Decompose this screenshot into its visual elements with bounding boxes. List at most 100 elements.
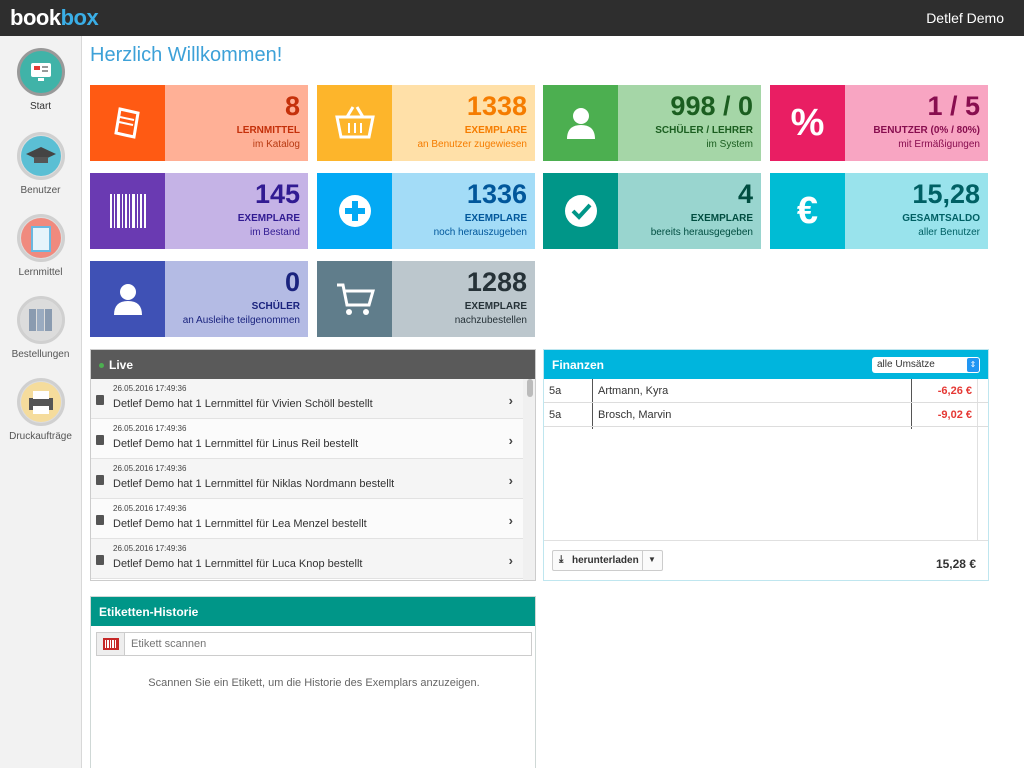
live-message: Detlef Demo hat 1 Lernmittel für Vivien … (113, 398, 373, 410)
tile-exemplare-bestand[interactable]: 145 EXEMPLARE im Bestand (90, 173, 308, 249)
percent-icon: % (770, 85, 845, 161)
caret-down-icon[interactable]: ▼ (648, 555, 656, 564)
sidebar-item-benutzer[interactable]: Benutzer (0, 132, 81, 196)
sidebar: Start Benutzer Lernmittel Bestellungen D… (0, 36, 82, 768)
live-timestamp: 26.05.2016 17:49:36 (113, 384, 187, 393)
tile-title: SCHÜLER / LEHRER (655, 125, 753, 136)
book-icon (96, 435, 104, 445)
scrollbar[interactable] (523, 379, 535, 580)
sidebar-label: Bestellungen (11, 349, 70, 360)
book-icon (90, 85, 165, 161)
select-arrow-icon: ⇕ (967, 358, 979, 372)
finance-panel: Finanzen alle Umsätze ⇕ 5a Artmann, Kyra… (543, 349, 989, 581)
sidebar-item-bestellungen[interactable]: Bestellungen (0, 296, 81, 360)
tile-lernmittel[interactable]: 8 LERNMITTEL im Katalog (90, 85, 308, 161)
tile-exemplare-zugewiesen[interactable]: 1338 EXEMPLARE an Benutzer zugewiesen (317, 85, 535, 161)
live-message: Detlef Demo hat 1 Lernmittel für Linus R… (113, 438, 359, 450)
tile-subtitle: im System (706, 139, 753, 150)
sidebar-label: Druckaufträge (9, 431, 72, 442)
finance-filter-select[interactable]: alle Umsätze ⇕ (872, 357, 980, 373)
euro-glyph: € (796, 189, 819, 232)
book-icon (16, 214, 65, 262)
row-class: 5a (549, 409, 562, 421)
row-name: Artmann, Kyra (598, 385, 669, 397)
tile-value: 0 (284, 267, 300, 297)
tile-value: 15,28 (912, 179, 980, 209)
tile-benutzer-ermaessigung[interactable]: % 1 / 5 BENUTZER (0% / 80%) mit Ermäßigu… (770, 85, 988, 161)
tile-gesamtsaldo[interactable]: € 15,28 GESAMTSALDO aller Benutzer (770, 173, 988, 249)
live-timestamp: 26.05.2016 17:49:36 (113, 464, 187, 473)
scan-input[interactable] (131, 636, 521, 652)
list-item[interactable]: 26.05.2016 17:49:36 Detlef Demo hat 1 Ler… (91, 459, 523, 499)
finance-title: Finanzen (552, 358, 605, 372)
button-divider (642, 551, 643, 570)
live-message: Detlef Demo hat 1 Lernmittel für Luca Kn… (113, 558, 363, 570)
tile-subtitle: im Bestand (249, 227, 300, 238)
tile-value: 8 (284, 91, 300, 121)
chevron-right-icon[interactable]: › (509, 553, 513, 568)
scan-field[interactable] (96, 632, 532, 656)
table-row[interactable]: 5a Artmann, Kyra -6,26 € (544, 379, 988, 403)
row-name: Brosch, Marvin (598, 409, 672, 421)
sidebar-item-start[interactable]: Start (0, 48, 81, 112)
row-amount: -6,26 € (937, 385, 972, 397)
table-row[interactable]: 5a Brosch, Marvin -9,02 € (544, 403, 988, 427)
barcode-icon (90, 173, 165, 249)
live-title: Live (109, 358, 134, 372)
chevron-right-icon[interactable]: › (509, 473, 513, 488)
live-header: Live (91, 350, 535, 379)
live-dot-icon (99, 363, 104, 369)
tile-exemplare-herauszugeben[interactable]: 1336 EXEMPLARE noch herauszugeben (317, 173, 535, 249)
tile-value: 4 (737, 179, 753, 209)
book-icon (96, 475, 104, 485)
chevron-right-icon[interactable]: › (509, 433, 513, 448)
tile-value: 1336 (466, 179, 527, 209)
tile-subtitle: aller Benutzer (918, 227, 980, 238)
scrollbar-thumb[interactable] (527, 379, 533, 397)
list-item[interactable]: 26.05.2016 17:49:36 Detlef Demo hat 1 Ler… (91, 499, 523, 539)
printer-icon (16, 378, 65, 426)
live-panel: Live 26.05.2016 17:49:36 Detlef Demo hat … (90, 349, 536, 581)
live-timestamp: 26.05.2016 17:49:36 (113, 504, 187, 513)
tile-title: EXEMPLARE (237, 213, 300, 224)
live-timestamp: 26.05.2016 17:49:36 (113, 544, 187, 553)
euro-icon: € (770, 173, 845, 249)
sidebar-label: Benutzer (20, 185, 61, 196)
user-icon (90, 261, 165, 337)
sidebar-item-lernmittel[interactable]: Lernmittel (0, 214, 81, 278)
tile-subtitle: bereits herausgegeben (650, 227, 753, 238)
live-timestamp: 26.05.2016 17:49:36 (113, 424, 187, 433)
download-label: herunterladen (572, 555, 639, 566)
finance-table: 5a Artmann, Kyra -6,26 € 5a Brosch, Marv… (544, 379, 988, 541)
user-icon (543, 85, 618, 161)
tile-title: EXEMPLARE (690, 213, 753, 224)
tile-exemplare-herausgegeben[interactable]: 4 EXEMPLARE bereits herausgegeben (543, 173, 761, 249)
book-icon (96, 395, 104, 405)
tile-schueler-ausleihe[interactable]: 0 SCHÜLER an Ausleihe teilgenommen (90, 261, 308, 337)
user-menu[interactable]: Detlef Demo (926, 10, 1004, 26)
app-logo[interactable]: bookbox (10, 6, 99, 30)
list-item[interactable]: 26.05.2016 17:49:36 Detlef Demo hat 1 Ler… (91, 379, 523, 419)
label-history-title: Etiketten-Historie (99, 605, 199, 619)
tile-subtitle: an Ausleihe teilgenommen (182, 315, 300, 326)
dashboard-icon (16, 48, 65, 96)
tile-title: EXEMPLARE (464, 125, 527, 136)
list-item[interactable]: 26.05.2016 17:49:36 Detlef Demo hat 1 Ler… (91, 419, 523, 459)
chevron-right-icon[interactable]: › (509, 513, 513, 528)
tile-schueler-lehrer[interactable]: 998 / 0 SCHÜLER / LEHRER im System (543, 85, 761, 161)
list-item[interactable]: 26.05.2016 17:49:36 Detlef Demo hat 1 Ler… (91, 539, 523, 579)
live-list[interactable]: 26.05.2016 17:49:36 Detlef Demo hat 1 Ler… (91, 379, 535, 580)
tile-title: SCHÜLER (251, 301, 300, 312)
sidebar-item-druckauftraege[interactable]: Druckaufträge (0, 378, 81, 442)
basket-icon (317, 85, 392, 161)
row-amount: -9,02 € (937, 409, 972, 421)
tile-nachzubestellen[interactable]: 1288 EXEMPLARE nachzubestellen (317, 261, 535, 337)
book-icon (96, 515, 104, 525)
download-button[interactable]: ⤓ herunterladen ▼ (552, 550, 663, 571)
cart-icon (317, 261, 392, 337)
book-icon (96, 555, 104, 565)
tile-title: GESAMTSALDO (902, 213, 980, 224)
chevron-right-icon[interactable]: › (509, 393, 513, 408)
tile-subtitle: nachzubestellen (454, 315, 527, 326)
tile-value: 1338 (466, 91, 527, 121)
